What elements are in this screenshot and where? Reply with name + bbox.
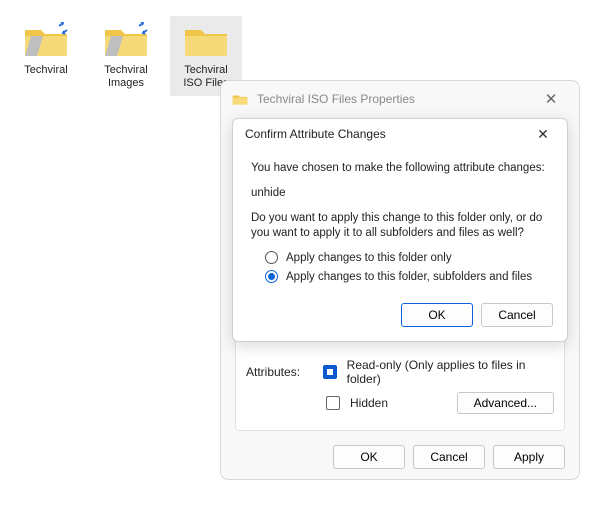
- confirm-title: Confirm Attribute Changes: [245, 127, 525, 141]
- confirm-line2: Do you want to apply this change to this…: [251, 211, 549, 241]
- folder-icon: [183, 22, 229, 58]
- properties-titlebar[interactable]: Techviral ISO Files Properties ✕: [221, 81, 579, 117]
- properties-footer: OK Cancel Apply: [221, 435, 579, 479]
- confirm-dialog: Confirm Attribute Changes ✕ You have cho…: [232, 118, 568, 342]
- radio-label: Apply changes to this folder only: [286, 252, 452, 264]
- properties-title: Techviral ISO Files Properties: [257, 92, 531, 106]
- folder-icon: [23, 22, 69, 58]
- folder-label: Techviral: [24, 64, 67, 77]
- folder-icon: [231, 90, 249, 108]
- close-icon[interactable]: ✕: [531, 85, 571, 113]
- folder-techviral-images[interactable]: Techviral Images: [90, 16, 162, 96]
- ok-button[interactable]: OK: [333, 445, 405, 469]
- cancel-button[interactable]: Cancel: [413, 445, 485, 469]
- confirm-footer: OK Cancel: [233, 289, 567, 331]
- hidden-checkbox[interactable]: [326, 396, 340, 410]
- attributes-section: Attributes: Read-only (Only applies to f…: [246, 358, 554, 420]
- cancel-button[interactable]: Cancel: [481, 303, 553, 327]
- folder-icon: [103, 22, 149, 58]
- readonly-checkbox[interactable]: [323, 365, 337, 379]
- radio-icon: [265, 251, 278, 264]
- confirm-change: unhide: [251, 186, 549, 201]
- confirm-titlebar[interactable]: Confirm Attribute Changes ✕: [233, 119, 567, 149]
- attributes-label: Attributes:: [246, 365, 313, 379]
- confirm-body: You have chosen to make the following at…: [233, 149, 567, 283]
- radio-option-folder-only[interactable]: Apply changes to this folder only: [265, 251, 549, 264]
- folder-label: Techviral Images: [104, 64, 147, 90]
- advanced-button[interactable]: Advanced...: [457, 392, 554, 414]
- radio-label: Apply changes to this folder, subfolders…: [286, 271, 532, 283]
- radio-icon: [265, 270, 278, 283]
- ok-button[interactable]: OK: [401, 303, 473, 327]
- radio-option-subfolders[interactable]: Apply changes to this folder, subfolders…: [265, 270, 549, 283]
- readonly-label: Read-only (Only applies to files in fold…: [347, 358, 554, 386]
- confirm-line1: You have chosen to make the following at…: [251, 161, 549, 176]
- apply-button[interactable]: Apply: [493, 445, 565, 469]
- close-icon[interactable]: ✕: [525, 122, 561, 146]
- folder-techviral[interactable]: Techviral: [10, 16, 82, 96]
- hidden-label: Hidden: [350, 396, 388, 410]
